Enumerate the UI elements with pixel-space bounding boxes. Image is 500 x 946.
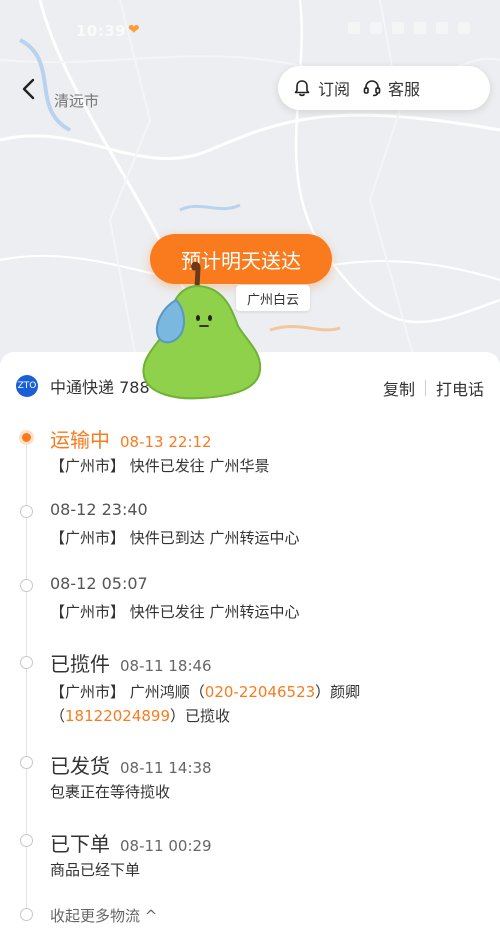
timeline-time: 08-11 14:38 [120,759,212,777]
status-time: 10:39 [76,22,127,40]
subscribe-button[interactable]: 订阅 [292,76,350,100]
timeline-time: 08-11 18:46 [120,657,212,675]
courier-logo: ZTO [16,375,38,397]
map-city-label: 清远市 [54,92,100,110]
signal-icon [436,22,448,34]
timeline-desc: 【广州市】 快件已发往 广州华景 [50,457,270,475]
timeline-desc: 【广州市】 广州鸿顺（020-22046523）颜卿 （18122024899）… [50,680,480,728]
desc-prefix: 【广州市】 广州鸿顺（ [50,683,205,701]
phone-link[interactable]: 020-22046523 [205,683,315,701]
timeline-time: 08-11 00:29 [120,837,212,855]
back-button[interactable] [16,76,42,102]
collapse-logistics-button[interactable]: 收起更多物流 ^ [50,905,157,926]
timeline-desc: 【广州市】 快件已到达 广州转运中心 [50,529,300,547]
mute-icon [392,22,404,34]
heart-icon: ❤ [128,22,140,38]
timeline-status: 已发货 [50,754,110,778]
nfc-icon [348,22,360,34]
copy-button[interactable]: 复制 [383,376,415,400]
status-bar: 10:39 ❤ [0,0,500,62]
timeline-dot [20,656,33,669]
header-actions: 订阅 客服 [278,66,490,110]
timeline-time: 08-13 22:12 [120,433,212,451]
timeline-status: 运输中 [50,428,110,452]
wifi-icon [414,22,426,34]
timeline-time: 08-12 23:40 [50,500,148,519]
timeline-status: 已下单 [50,832,110,856]
timeline-dot [20,834,33,847]
headset-icon [363,80,381,97]
call-button[interactable]: 打电话 [436,376,484,400]
timeline-desc: 【广州市】 快件已发往 广州转运中心 [50,603,300,621]
timeline-status: 已揽件 [50,652,110,676]
tracking-number-head: 中通快递 788 [50,378,150,397]
status-icons [348,22,470,34]
chevron-left-icon [22,78,35,100]
bell-icon [294,80,310,97]
timeline-desc: 商品已经下单 [50,861,141,879]
desc-suffix: ）已揽收 [170,707,231,725]
alarm-icon [370,22,382,34]
desc-open: （ [50,707,66,725]
timeline-dot [20,908,33,921]
desc-mid: ）颜卿 [315,683,361,701]
pear-sticker-icon [142,261,262,400]
timeline-desc: 包裹正在等待揽收 [50,783,171,801]
timeline-dot [20,579,33,592]
divider [424,380,426,396]
timeline-dot [20,756,33,769]
service-label: 客服 [388,80,421,99]
timeline-dot [20,505,33,518]
phone-link[interactable]: 18122024899 [65,707,170,725]
timeline-time: 08-12 05:07 [50,574,148,593]
timeline-dot-active [19,430,34,445]
customer-service-button[interactable]: 客服 [362,76,420,100]
subscribe-label: 订阅 [318,80,351,99]
courier-actions: 复制 打电话 [383,376,484,400]
tracking-sheet: ZTO 中通快递 7882 复制 打电话 运输中 08-13 22:12 【广州… [0,352,500,946]
battery-icon [458,22,470,34]
